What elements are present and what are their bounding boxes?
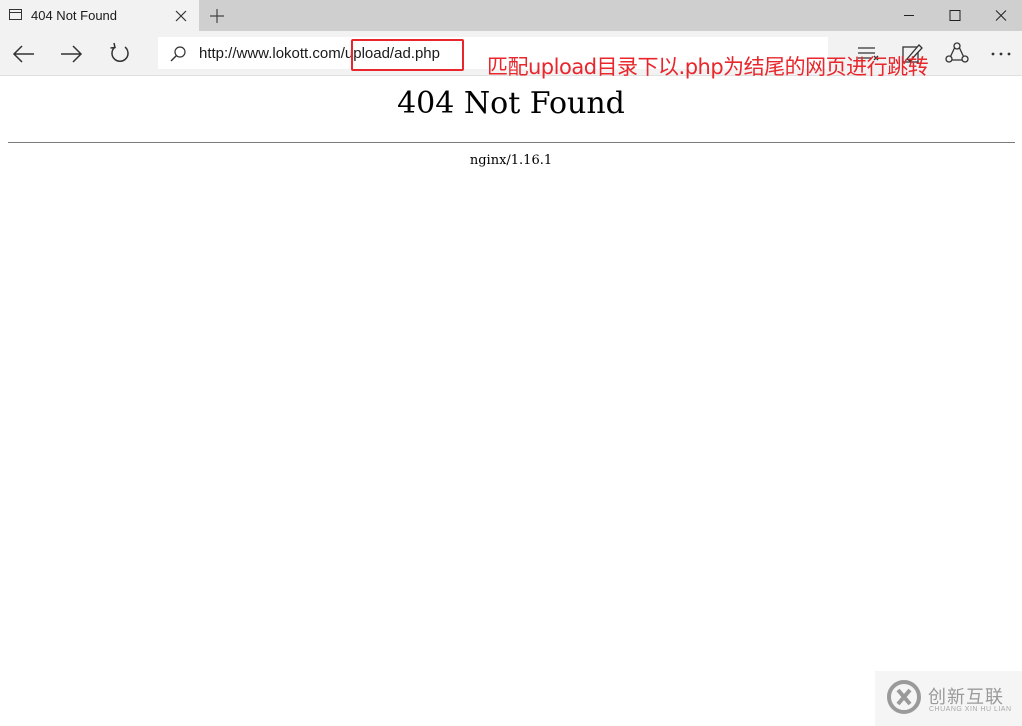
tab-title: 404 Not Found [31, 8, 118, 23]
server-signature: nginx/1.16.1 [469, 153, 553, 168]
window-maximize-icon[interactable] [932, 0, 978, 31]
tab-bar: 404 Not Found [0, 0, 1022, 31]
search-icon [168, 44, 188, 64]
new-tab-plus-icon[interactable] [206, 5, 228, 27]
share-icon[interactable] [942, 39, 972, 69]
window-minimize-icon[interactable] [886, 0, 932, 31]
brand-logo-icon [885, 678, 923, 716]
tab-close-icon[interactable] [171, 6, 191, 26]
browser-tab[interactable]: 404 Not Found [0, 0, 199, 31]
forward-arrow-right-icon[interactable] [55, 39, 87, 69]
more-icon[interactable] [986, 39, 1016, 69]
horizontal-rule [8, 142, 1015, 143]
refresh-icon[interactable] [104, 39, 136, 69]
url-base: http://www.lokott.com/ [199, 45, 345, 62]
page-heading: 404 Not Found [397, 86, 625, 121]
window-close-icon[interactable] [978, 0, 1022, 31]
tab-page-icon [9, 9, 22, 20]
watermark: 创新互联 CHUANG XIN HU LIAN [875, 671, 1022, 726]
annotation-text: 匹配upload目录下以.php为结尾的网页进行跳转 [487, 55, 929, 79]
back-arrow-left-icon[interactable] [8, 39, 40, 69]
url-path-highlight-box [351, 39, 464, 71]
watermark-brand-en: CHUANG XIN HU LIAN [929, 706, 1012, 713]
